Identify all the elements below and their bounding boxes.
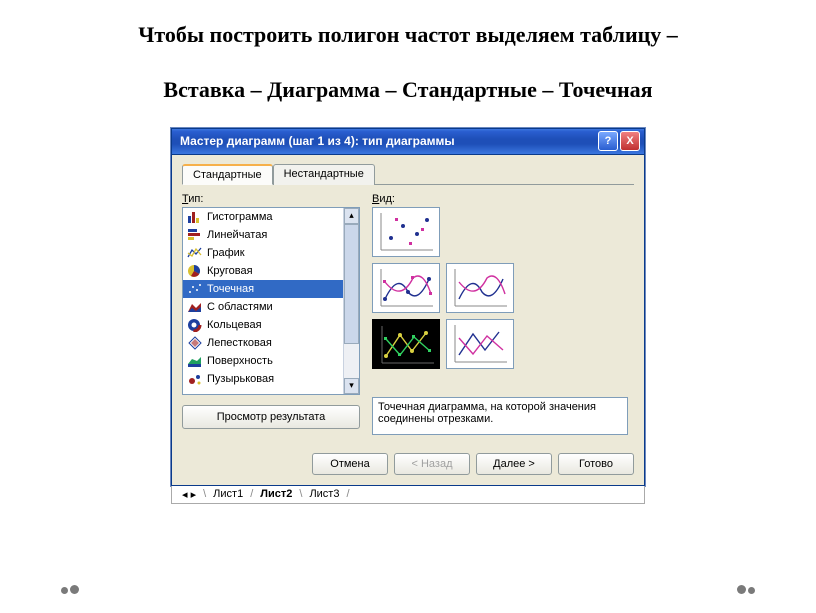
bubble-icon xyxy=(187,372,203,386)
next-button[interactable]: Далее > xyxy=(476,453,552,475)
type-item-line[interactable]: График xyxy=(183,244,343,262)
surface-icon xyxy=(187,354,203,368)
type-item-radar[interactable]: Лепестковая xyxy=(183,334,343,352)
pie-icon xyxy=(187,264,203,278)
back-button: < Назад xyxy=(394,453,470,475)
type-item-bar[interactable]: Линейчатая xyxy=(183,226,343,244)
subtype-scatter-smooth[interactable] xyxy=(446,263,514,313)
wizard-footer: Отмена < Назад Далее > Готово xyxy=(172,445,644,485)
doughnut-icon xyxy=(187,318,203,332)
subtype-scatter-markers[interactable] xyxy=(372,207,440,257)
sheet-tab-1[interactable]: Лист1 xyxy=(209,488,247,500)
heading-line2: Вставка – Диаграмма – Стандартные – Точе… xyxy=(40,75,776,106)
cancel-button[interactable]: Отмена xyxy=(312,453,388,475)
scatter-icon xyxy=(187,282,203,296)
scroll-thumb[interactable] xyxy=(344,224,359,344)
type-panel: Тип: Гистограмма Линейчатая График Круго… xyxy=(182,191,360,435)
subtype-scatter-lines[interactable] xyxy=(446,319,514,369)
sheet-tab-2[interactable]: Лист2 xyxy=(256,488,296,500)
slide-dots-right xyxy=(736,581,756,599)
type-item-histogram[interactable]: Гистограмма xyxy=(183,208,343,226)
chart-type-list[interactable]: Гистограмма Линейчатая График Круговая Т… xyxy=(182,207,360,395)
sheet-tabs[interactable]: ◂ ▸ Лист1 Лист2 Лист3 xyxy=(171,486,645,504)
tab-standard[interactable]: Стандартные xyxy=(182,164,273,185)
finish-button[interactable]: Готово xyxy=(558,453,634,475)
heading-line1: Чтобы построить полигон частот выделяем … xyxy=(138,22,678,47)
type-item-doughnut[interactable]: Кольцевая xyxy=(183,316,343,334)
view-panel: Вид: xyxy=(372,191,634,435)
area-icon xyxy=(187,300,203,314)
radar-icon xyxy=(187,336,203,350)
preview-result-button[interactable]: Просмотр результата xyxy=(182,405,360,429)
histogram-icon xyxy=(187,210,203,224)
window-body: Стандартные Нестандартные Тип: Гистограм… xyxy=(172,155,644,445)
titlebar[interactable]: Мастер диаграмм (шаг 1 из 4): тип диагра… xyxy=(172,129,644,155)
page-heading: Чтобы построить полигон частот выделяем … xyxy=(0,0,816,110)
type-label: Тип: xyxy=(182,193,360,205)
window-title: Мастер диаграмм (шаг 1 из 4): тип диагра… xyxy=(180,134,596,148)
chart-wizard-window: Мастер диаграмм (шаг 1 из 4): тип диагра… xyxy=(171,128,645,486)
close-button[interactable]: X xyxy=(620,131,640,151)
subtype-grid xyxy=(372,207,594,387)
subtype-scatter-lines-markers[interactable] xyxy=(372,319,440,369)
type-item-surface[interactable]: Поверхность xyxy=(183,352,343,370)
help-button[interactable]: ? xyxy=(598,131,618,151)
sheet-nav[interactable]: ◂ ▸ xyxy=(178,488,200,501)
subtype-description: Точечная диаграмма, на которой значения … xyxy=(372,397,628,435)
type-item-pie[interactable]: Круговая xyxy=(183,262,343,280)
tab-row: Стандартные Нестандартные xyxy=(182,163,634,185)
slide-dots-left xyxy=(60,581,80,599)
sheet-tab-3[interactable]: Лист3 xyxy=(305,488,343,500)
line-icon xyxy=(187,246,203,260)
type-item-area[interactable]: С областями xyxy=(183,298,343,316)
bar-icon xyxy=(187,228,203,242)
type-item-scatter[interactable]: Точечная xyxy=(183,280,343,298)
type-list-scrollbar[interactable]: ▴ ▾ xyxy=(343,208,359,394)
tab-custom[interactable]: Нестандартные xyxy=(273,164,375,185)
scroll-down-button[interactable]: ▾ xyxy=(344,378,359,394)
scroll-up-button[interactable]: ▴ xyxy=(344,208,359,224)
subtype-scatter-smooth-markers[interactable] xyxy=(372,263,440,313)
view-label: Вид: xyxy=(372,193,634,205)
type-item-bubble[interactable]: Пузырьковая xyxy=(183,370,343,388)
